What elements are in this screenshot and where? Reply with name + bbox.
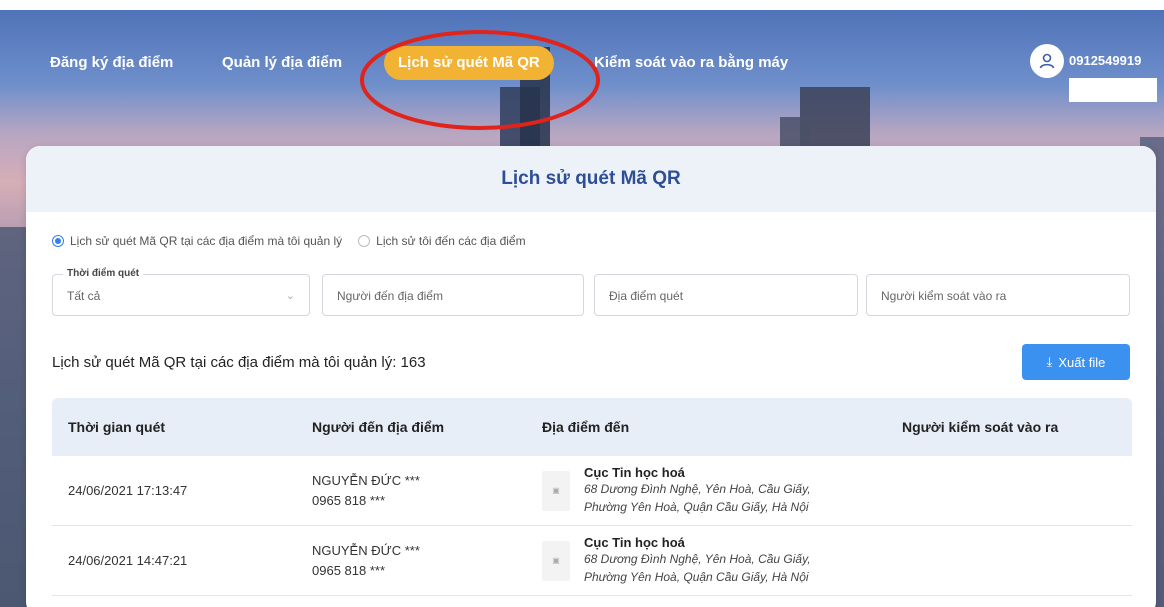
col-scan-time: Thời gian quét [68, 419, 166, 435]
top-navigation: Đăng ký địa điểm Quản lý địa điểm Lịch s… [0, 12, 1164, 104]
summary-count: Lịch sử quét Mã QR tại các địa điểm mà t… [52, 354, 426, 371]
visitor-name: NGUYỄN ĐỨC *** [312, 542, 420, 558]
table-row[interactable]: 24/06/2021 17:13:47 NGUYỄN ĐỨC *** 0965 … [52, 456, 1132, 526]
location-input[interactable]: Địa điểm quét [594, 274, 858, 316]
scan-time-value: Tất cả [67, 289, 101, 303]
history-card: Lịch sử quét Mã QR Lịch sử quét Mã QR tạ… [26, 146, 1156, 607]
nav-machine-control[interactable]: Kiểm soát vào ra bằng máy [580, 46, 802, 80]
page-title: Lịch sử quét Mã QR [26, 146, 1156, 212]
scan-time: 24/06/2021 17:13:47 [68, 483, 188, 498]
location-placeholder: Địa điểm quét [609, 289, 684, 303]
col-location: Địa điểm đến [542, 419, 630, 435]
location-cell: ▣ Cục Tin học hoá 68 Dương Đình Nghệ, Yê… [542, 465, 902, 516]
location-address-line1: 68 Dương Đình Nghệ, Yên Hoà, Cầu Giấy, [584, 552, 811, 566]
user-phone[interactable]: 0912549919 [1069, 53, 1141, 68]
nav-register-location[interactable]: Đăng ký địa điểm [36, 46, 187, 80]
controller-placeholder: Người kiểm soát vào ra [881, 289, 1007, 303]
controller-input[interactable]: Người kiểm soát vào ra [866, 274, 1130, 316]
history-table: Thời gian quét Người đến địa điểm Địa đi… [52, 398, 1132, 596]
table-row[interactable]: 24/06/2021 14:47:21 NGUYỄN ĐỨC *** 0965 … [52, 526, 1132, 596]
location-name: Cục Tin học hoá [584, 465, 685, 480]
radio-my-visits-label[interactable]: Lịch sử tôi đến các địa điểm [376, 234, 525, 248]
location-cell: ▣ Cục Tin học hoá 68 Dương Đình Nghệ, Yê… [542, 535, 902, 586]
location-image-icon: ▣ [542, 470, 570, 511]
visitor-placeholder: Người đến địa điểm [337, 289, 443, 303]
nav-qr-history[interactable]: Lịch sử quét Mã QR [384, 46, 554, 80]
download-icon: ⤓ [1046, 354, 1053, 369]
scan-time-label: Thời điểm quét [63, 267, 144, 281]
user-name-box [1069, 78, 1157, 102]
visitor-phone: 0965 818 *** [312, 492, 386, 508]
table-header: Thời gian quét Người đến địa điểm Địa đi… [52, 398, 1132, 456]
nav-manage-location[interactable]: Quản lý địa điểm [208, 46, 356, 80]
col-visitor: Người đến địa điểm [312, 419, 445, 435]
export-button[interactable]: ⤓ Xuất file [1022, 344, 1130, 380]
export-label: Xuất file [1058, 354, 1106, 370]
scan-time: 24/06/2021 14:47:21 [68, 553, 188, 568]
visitor-phone: 0965 818 *** [312, 562, 386, 578]
radio-my-visits[interactable] [358, 235, 371, 247]
visitor-name: NGUYỄN ĐỨC *** [312, 472, 420, 488]
visitor-cell: NGUYỄN ĐỨC *** 0965 818 *** [312, 471, 542, 511]
scan-time-select[interactable]: Thời điểm quét Tất cả ⌄ [52, 267, 310, 316]
location-address-line2: Phường Yên Hoà, Quận Cầu Giấy, Hà Nội [584, 500, 809, 514]
col-controller: Người kiểm soát vào ra [902, 419, 1059, 435]
user-icon[interactable] [1030, 44, 1064, 78]
history-type-radio-group: Lịch sử quét Mã QR tại các địa điểm mà t… [52, 234, 542, 248]
top-edge [0, 0, 1164, 10]
visitor-cell: NGUYỄN ĐỨC *** 0965 818 *** [312, 541, 542, 581]
radio-managed-locations[interactable] [52, 235, 64, 247]
location-address-line1: 68 Dương Đình Nghệ, Yên Hoà, Cầu Giấy, [584, 482, 811, 496]
radio-managed-locations-label[interactable]: Lịch sử quét Mã QR tại các địa điểm mà t… [70, 234, 342, 248]
location-name: Cục Tin học hoá [584, 535, 685, 550]
location-image-icon: ▣ [542, 540, 570, 581]
visitor-input[interactable]: Người đến địa điểm [322, 274, 584, 316]
chevron-down-icon: ⌄ [285, 290, 295, 302]
location-address-line2: Phường Yên Hoà, Quận Cầu Giấy, Hà Nội [584, 570, 809, 584]
